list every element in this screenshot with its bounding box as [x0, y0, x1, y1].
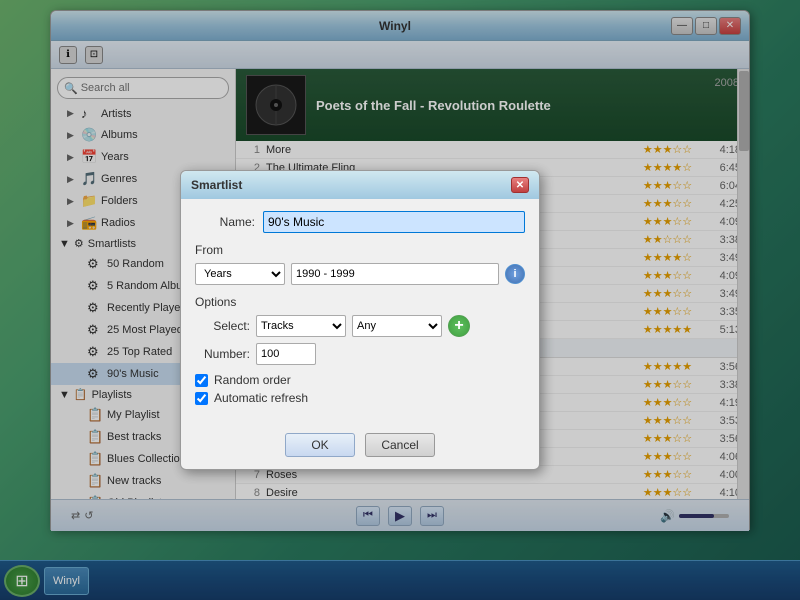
select-label: Select:: [195, 319, 250, 333]
options-section: Options Select: Tracks Any + Number:: [195, 295, 525, 405]
smartlist-dialog: Smartlist ✕ Name: From Years i: [180, 170, 540, 470]
name-label: Name:: [195, 215, 255, 229]
tracks-select[interactable]: Tracks: [256, 315, 346, 337]
name-input[interactable]: [263, 211, 525, 233]
ok-button[interactable]: OK: [285, 433, 355, 457]
info-button[interactable]: i: [505, 264, 525, 284]
random-checkbox[interactable]: [195, 374, 208, 387]
from-label: From: [195, 243, 223, 257]
random-row: Random order: [195, 373, 525, 387]
dialog-overlay: Smartlist ✕ Name: From Years i: [0, 0, 800, 600]
cancel-button[interactable]: Cancel: [365, 433, 435, 457]
options-label: Options: [195, 295, 236, 309]
dialog-buttons: OK Cancel: [181, 425, 539, 469]
dialog-title-bar: Smartlist ✕: [181, 171, 539, 199]
from-select[interactable]: Years: [195, 263, 285, 285]
select-row: Select: Tracks Any +: [195, 315, 525, 337]
auto-label[interactable]: Automatic refresh: [214, 391, 308, 405]
auto-checkbox[interactable]: [195, 392, 208, 405]
dialog-body: Name: From Years i Options Select: [181, 199, 539, 425]
dialog-close-button[interactable]: ✕: [511, 177, 529, 193]
number-label: Number:: [195, 347, 250, 361]
dialog-title-text: Smartlist: [191, 178, 242, 192]
from-row: Years i: [195, 263, 525, 285]
number-row: Number:: [195, 343, 525, 365]
auto-row: Automatic refresh: [195, 391, 525, 405]
from-range-input[interactable]: [291, 263, 499, 285]
random-label[interactable]: Random order: [214, 373, 291, 387]
name-row: Name:: [195, 211, 525, 233]
any-select[interactable]: Any: [352, 315, 442, 337]
number-input[interactable]: [256, 343, 316, 365]
add-button[interactable]: +: [448, 315, 470, 337]
